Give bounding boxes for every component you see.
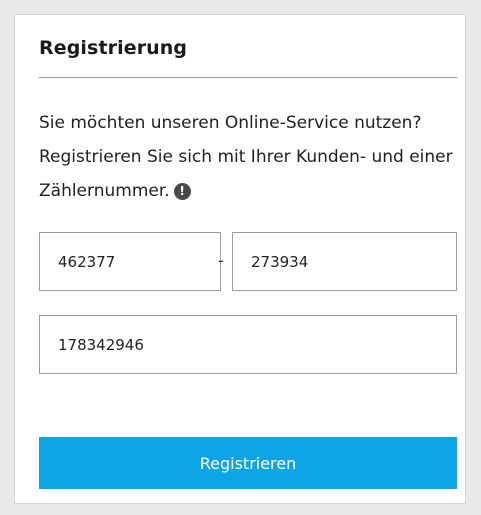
- page-background: Registrierung Sie möchten unseren Online…: [0, 0, 481, 515]
- zaehlernummer-part1-input[interactable]: [232, 232, 457, 291]
- registration-card: Registrierung Sie möchten unseren Online…: [14, 14, 466, 504]
- kundennummer-input[interactable]: [39, 232, 221, 291]
- title-divider: [39, 77, 457, 78]
- field-separator: -: [218, 251, 224, 270]
- info-icon[interactable]: !: [173, 183, 191, 200]
- card-title: Registrierung: [39, 37, 188, 59]
- intro-text-block: Sie möchten unseren Online-Service nutze…: [39, 106, 459, 208]
- intro-text: Sie möchten unseren Online-Service nutze…: [39, 113, 453, 201]
- register-button[interactable]: Registrieren: [39, 437, 457, 489]
- zaehlernummer-part2-input[interactable]: [39, 315, 457, 374]
